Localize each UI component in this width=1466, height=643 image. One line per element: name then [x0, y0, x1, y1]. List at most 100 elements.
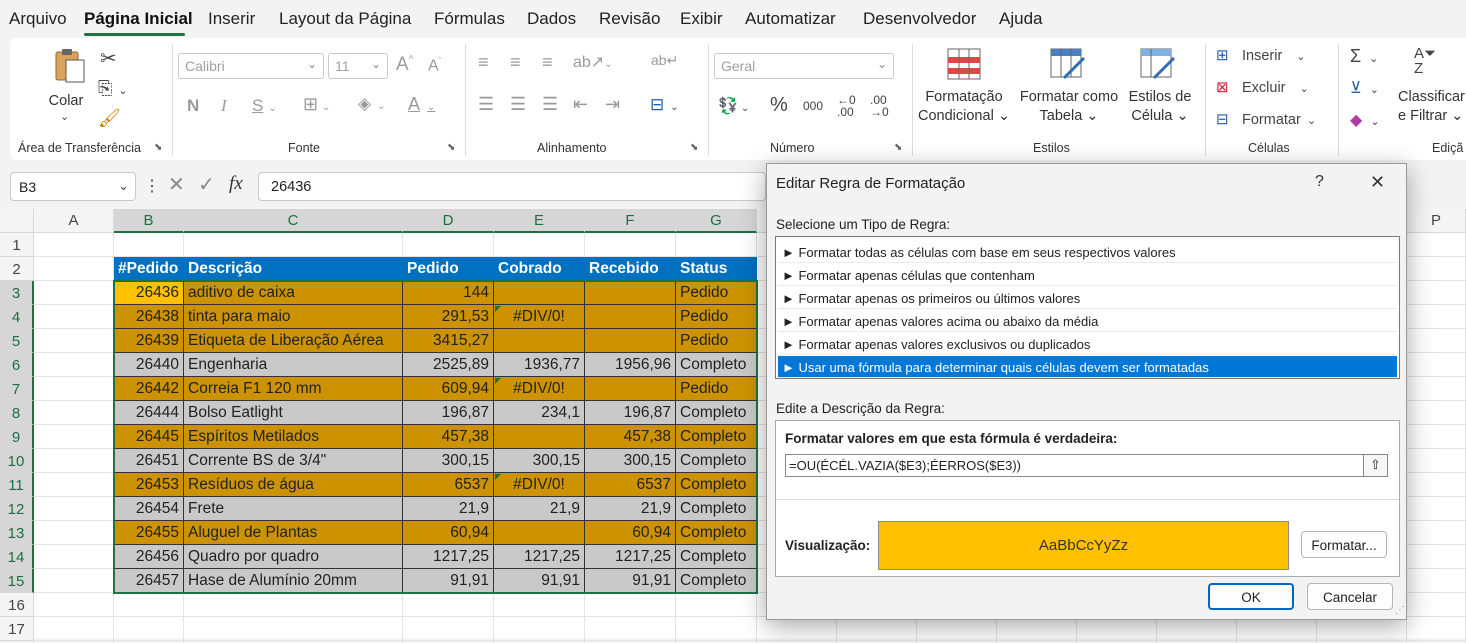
- menu-tab-arquivo[interactable]: Arquivo: [9, 9, 67, 29]
- format-cells-button[interactable]: Formatar ⌄: [1242, 112, 1316, 128]
- table-cell[interactable]: [585, 377, 676, 401]
- table-cell[interactable]: 3415,27: [403, 329, 494, 353]
- increase-decimal-icon[interactable]: ←0.00: [837, 94, 856, 118]
- table-cell[interactable]: [585, 329, 676, 353]
- table-cell[interactable]: 21,9: [494, 497, 585, 521]
- table-cell[interactable]: Completo: [676, 521, 757, 545]
- table-cell[interactable]: 457,38: [403, 425, 494, 449]
- decrease-decimal-icon[interactable]: .00 →0: [870, 94, 889, 118]
- column-header[interactable]: B: [114, 209, 184, 233]
- table-cell[interactable]: 91,91: [494, 569, 585, 593]
- insert-cells-button[interactable]: Inserir ⌄: [1242, 48, 1306, 64]
- align-top-icon[interactable]: ≡: [478, 52, 489, 73]
- column-header[interactable]: F: [585, 209, 676, 233]
- table-header-cell[interactable]: #Pedido: [114, 257, 184, 281]
- table-header-cell[interactable]: Descrição: [184, 257, 403, 281]
- table-cell[interactable]: Bolso Eatlight: [184, 401, 403, 425]
- borders-icon[interactable]: ⊞ ⌄: [303, 94, 330, 115]
- row-header[interactable]: 4: [0, 305, 34, 329]
- table-cell[interactable]: 26445: [114, 425, 184, 449]
- row-header[interactable]: 6: [0, 353, 34, 377]
- table-cell[interactable]: 26439: [114, 329, 184, 353]
- bold-button[interactable]: N: [187, 96, 199, 116]
- row-header[interactable]: 13: [0, 521, 34, 545]
- row-header[interactable]: 12: [0, 497, 34, 521]
- align-middle-icon[interactable]: ≡: [510, 52, 521, 73]
- align-center-icon[interactable]: ☰: [510, 94, 526, 115]
- delete-cells-icon[interactable]: ⊠: [1216, 78, 1229, 96]
- table-cell[interactable]: 26456: [114, 545, 184, 569]
- row-header[interactable]: 11: [0, 473, 34, 497]
- table-header-cell[interactable]: Recebido: [585, 257, 676, 281]
- menu-tab-ajuda[interactable]: Ajuda: [999, 9, 1042, 29]
- alignment-launcher-icon[interactable]: ⬊: [690, 142, 698, 153]
- table-cell[interactable]: 26436: [114, 281, 184, 305]
- error-indicator-icon[interactable]: [495, 378, 501, 384]
- column-header[interactable]: A: [34, 209, 114, 233]
- italic-button[interactable]: I: [221, 96, 227, 116]
- sort-filter-icon[interactable]: A⏷ Z: [1414, 46, 1436, 76]
- rule-type-item[interactable]: ► Formatar apenas valores acima ou abaix…: [778, 310, 1397, 332]
- table-cell[interactable]: 26444: [114, 401, 184, 425]
- table-cell[interactable]: [494, 281, 585, 305]
- table-cell[interactable]: Etiqueta de Liberação Aérea: [184, 329, 403, 353]
- insert-cells-icon[interactable]: ⊞: [1216, 46, 1229, 64]
- rule-type-item[interactable]: ► Formatar todas as células com base em …: [778, 241, 1397, 263]
- table-cell[interactable]: Completo: [676, 545, 757, 569]
- number-launcher-icon[interactable]: ⬊: [894, 142, 902, 153]
- paste-button[interactable]: Colar: [46, 92, 86, 111]
- confirm-entry-icon[interactable]: ✓: [198, 172, 215, 197]
- table-cell[interactable]: 26442: [114, 377, 184, 401]
- table-cell[interactable]: 26453: [114, 473, 184, 497]
- table-cell[interactable]: 26454: [114, 497, 184, 521]
- table-cell[interactable]: 26455: [114, 521, 184, 545]
- table-cell[interactable]: [585, 305, 676, 329]
- align-left-icon[interactable]: ☰: [478, 94, 494, 115]
- font-size-combo[interactable]: 11 ⌄: [328, 53, 388, 79]
- number-format-combo[interactable]: Geral ⌄: [714, 53, 894, 79]
- table-cell[interactable]: #DIV/0!: [494, 377, 585, 401]
- font-color-icon[interactable]: A ⌄: [408, 94, 435, 115]
- table-cell[interactable]: 1956,96: [585, 353, 676, 377]
- table-cell[interactable]: Completo: [676, 473, 757, 497]
- table-cell[interactable]: 234,1: [494, 401, 585, 425]
- table-cell[interactable]: Frete: [184, 497, 403, 521]
- table-cell[interactable]: 26440: [114, 353, 184, 377]
- rule-type-item[interactable]: ► Formatar apenas valores exclusivos ou …: [778, 333, 1397, 355]
- cancel-entry-icon[interactable]: ✕: [168, 172, 185, 197]
- table-cell[interactable]: 6537: [585, 473, 676, 497]
- error-indicator-icon[interactable]: [495, 474, 501, 480]
- table-cell[interactable]: 1217,25: [494, 545, 585, 569]
- table-cell[interactable]: 2525,89: [403, 353, 494, 377]
- row-header[interactable]: 17: [0, 617, 34, 641]
- underline-button[interactable]: S ⌄: [252, 96, 277, 116]
- table-cell[interactable]: Aluguel de Plantas: [184, 521, 403, 545]
- percent-button[interactable]: %: [770, 94, 788, 117]
- table-cell[interactable]: 196,87: [403, 401, 494, 425]
- table-cell[interactable]: 26457: [114, 569, 184, 593]
- table-cell[interactable]: Correia F1 120 mm: [184, 377, 403, 401]
- table-cell[interactable]: 26451: [114, 449, 184, 473]
- wrap-text-icon[interactable]: ab↵: [651, 52, 678, 69]
- table-cell[interactable]: Completo: [676, 569, 757, 593]
- shrink-font-icon[interactable]: Aˇ: [428, 56, 442, 75]
- column-header[interactable]: G: [676, 209, 757, 233]
- menu-tab-inserir[interactable]: Inserir: [208, 9, 255, 29]
- table-cell[interactable]: Resíduos de água: [184, 473, 403, 497]
- align-bottom-icon[interactable]: ≡: [542, 52, 553, 73]
- row-header[interactable]: 2: [0, 257, 34, 281]
- table-cell[interactable]: #DIV/0!: [494, 305, 585, 329]
- table-cell[interactable]: aditivo de caixa: [184, 281, 403, 305]
- conditional-format-icon[interactable]: [947, 48, 981, 83]
- format-cells-icon[interactable]: ⊟: [1216, 110, 1229, 128]
- cut-icon[interactable]: ✂: [100, 46, 117, 71]
- table-cell[interactable]: 300,15: [494, 449, 585, 473]
- decrease-indent-icon[interactable]: ⇤: [573, 94, 588, 115]
- row-header[interactable]: 7: [0, 377, 34, 401]
- table-cell[interactable]: [494, 425, 585, 449]
- menu-tab-desenvolvedor[interactable]: Desenvolvedor: [863, 9, 976, 29]
- clear-icon[interactable]: ◆ ⌄: [1350, 110, 1380, 130]
- select-all-corner[interactable]: [0, 209, 34, 233]
- table-cell[interactable]: 26438: [114, 305, 184, 329]
- table-cell[interactable]: 300,15: [585, 449, 676, 473]
